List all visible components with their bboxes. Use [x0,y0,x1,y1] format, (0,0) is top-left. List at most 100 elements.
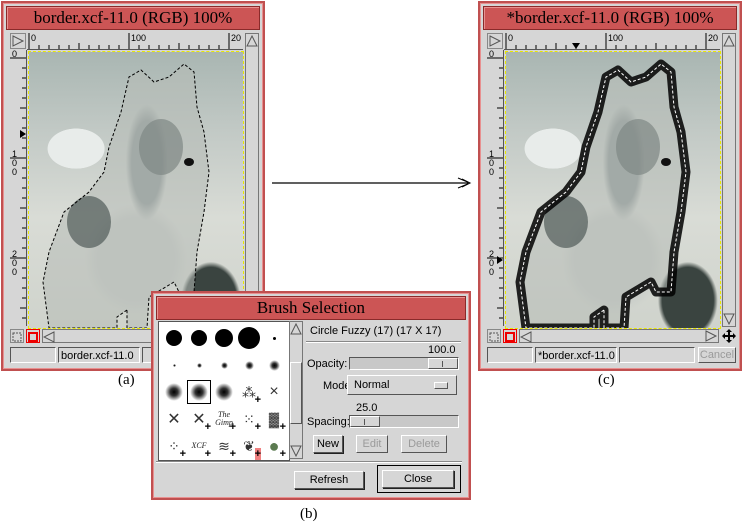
ruler-label: 0 [31,33,37,43]
brush-grid-scrollbar[interactable] [289,321,303,459]
delete-brush-button[interactable]: Delete [401,435,447,453]
ruler-label: 1 0 0 [489,149,495,177]
spacing-value: 25.0 [356,402,378,414]
window-title[interactable]: *border.xcf-11.0 (RGB) 100% [483,6,737,30]
brush-item[interactable]: ⁂ + [237,380,261,407]
close-button[interactable]: Close [382,470,454,488]
quickmask-off-button[interactable] [487,329,501,343]
brush-preview [238,327,260,349]
brush-item[interactable]: ⁘ + [162,434,186,461]
brush-item[interactable]: ⁙ + [237,407,261,434]
brush-preview: ● [268,435,280,456]
ruler-label: 100 [131,33,147,43]
brush-item[interactable] [187,326,211,350]
new-brush-button[interactable]: New [313,435,343,453]
brush-item[interactable] [187,380,211,404]
navigate-icon[interactable] [721,328,737,344]
brush-preview [215,329,233,347]
brush-item[interactable] [262,326,286,350]
ruler-label: 1 0 0 [12,149,18,177]
status-filename: *border.xcf-11.0 [535,347,617,363]
vertical-scrollbar[interactable] [245,33,259,327]
edit-brush-button[interactable]: Edit [356,435,388,453]
horizontal-ruler: 0 100 20 [27,33,243,50]
brush-item[interactable]: × [262,380,286,404]
brush-item[interactable]: The Gimp + [212,407,236,434]
brush-item[interactable]: ✕ + [187,407,211,433]
brush-item[interactable]: ✕ [162,407,186,431]
brush-item[interactable] [187,353,211,377]
brush-preview: ≋ [218,437,230,454]
pipe-brush-indicator-icon: + [204,448,211,460]
brush-preview: ✕ [167,411,181,428]
status-field-left [487,347,533,363]
ruler-label: 100 [608,33,624,43]
caption-b: (b) [300,506,318,522]
pipe-brush-indicator-icon: + [279,448,286,460]
brush-item[interactable] [212,380,236,404]
wolf-border-selection [515,59,691,328]
scrollbar-thumb[interactable] [290,362,302,424]
ruler-label: 2 0 0 [12,249,18,277]
brush-item[interactable] [162,326,186,350]
ruler-label: 2 0 0 [489,249,495,277]
pipe-brush-indicator-icon: + [179,448,186,460]
caption-a: (a) [118,372,135,388]
brush-item[interactable]: ▓ + [262,407,286,433]
divider [156,461,462,463]
quickmask-on-button[interactable] [26,329,40,343]
brush-selection-dialog: Brush Selection ⁂ + × ✕ ✕ + The Gimp + ⁙ + ▓ + ⁘ + XCF… [151,291,471,500]
brush-preview: ❦ [243,437,255,454]
ruler-label: 0 [489,49,495,59]
spacing-label: Spacing: [307,416,350,428]
vertical-ruler: 0 1 0 0 2 0 0 [10,50,27,326]
pipe-brush-indicator-icon: + [254,448,261,460]
brush-grid[interactable]: ⁂ + × ✕ ✕ + The Gimp + ⁙ + ▓ + ⁘ + XCF + ≋ + ❦ + ● + [158,321,290,461]
pipe-brush-indicator-icon: + [254,394,261,406]
window-title[interactable]: border.xcf-11.0 (RGB) 100% [6,6,260,30]
brush-item[interactable] [237,353,261,377]
brush-preview [172,363,176,367]
quickmask-off-button[interactable] [10,329,24,343]
brush-preview [215,383,233,401]
vertical-scrollbar[interactable] [722,33,736,327]
mode-dropdown[interactable]: Normal [347,375,457,395]
ruler-label: 20 [231,33,242,43]
brush-item[interactable] [162,353,186,377]
brush-item[interactable] [212,353,236,377]
brush-item[interactable]: XCF + [187,434,211,461]
image-canvas[interactable] [505,51,721,329]
spacing-slider[interactable] [349,415,459,428]
brush-item[interactable]: ● + [262,434,286,461]
spacing-slider-thumb[interactable] [350,416,380,427]
pipe-brush-indicator-icon: + [229,448,236,460]
brush-preview [272,336,276,340]
refresh-button[interactable]: Refresh [294,471,364,489]
menu-arrow-button[interactable] [10,33,26,49]
brush-item[interactable] [237,326,261,350]
brush-item[interactable]: ≋ + [212,434,236,461]
brush-name: Circle Fuzzy (17) (17 X 17) [310,325,442,337]
divider [306,341,461,343]
brush-preview [196,362,202,368]
ruler-label: 0 [12,49,18,59]
quickmask-on-button[interactable] [503,329,517,343]
brush-preview [268,359,280,371]
image-window-c: *border.xcf-11.0 (RGB) 100% 0 100 20 0 1… [478,1,742,371]
brush-item[interactable] [262,353,286,377]
brush-preview [191,330,207,346]
caption-c: (c) [598,372,615,388]
opacity-label: Opacity: [307,358,348,370]
brush-item[interactable] [212,326,236,350]
cancel-button[interactable]: Cancel [698,347,736,363]
brush-item[interactable]: ❦ + [237,434,261,460]
brush-item[interactable] [162,380,186,404]
dialog-title[interactable]: Brush Selection [156,296,466,320]
brush-preview [165,383,183,401]
horizontal-scrollbar[interactable] [519,329,719,343]
menu-arrow-button[interactable] [487,33,503,49]
opacity-slider-thumb[interactable] [428,358,458,369]
brush-preview [244,360,254,370]
image-canvas[interactable] [28,51,244,329]
opacity-slider[interactable] [349,357,459,370]
